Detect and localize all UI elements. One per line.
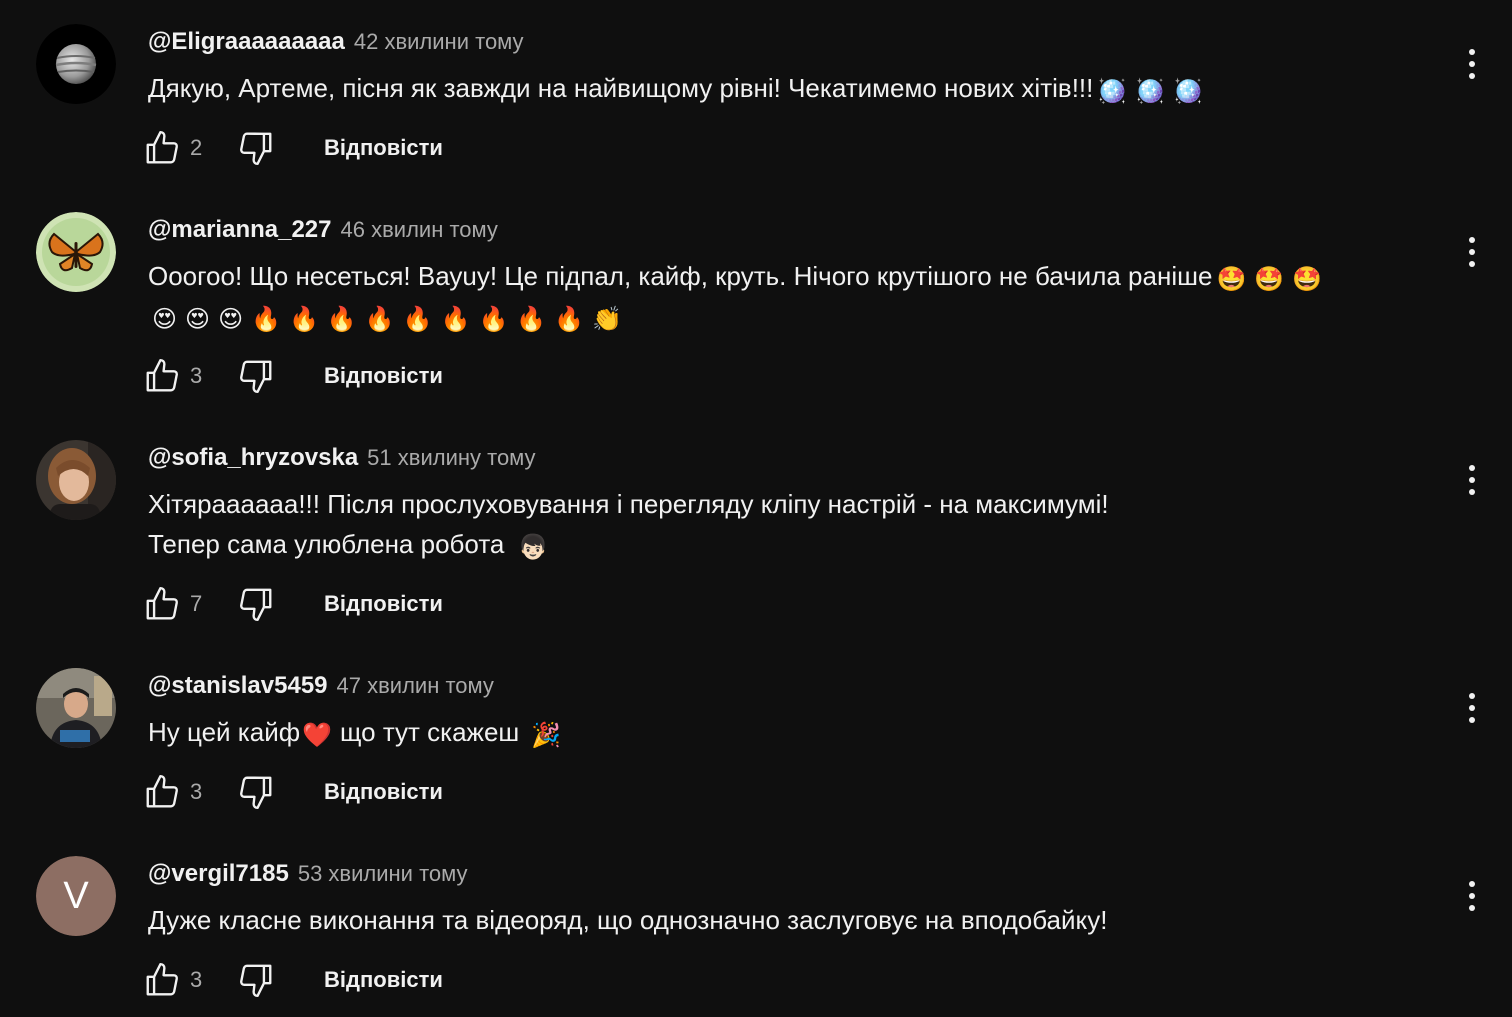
more-actions-button[interactable] xyxy=(1450,230,1494,274)
more-actions-button[interactable] xyxy=(1450,42,1494,86)
comment-text: Дуже класне виконання та відеоряд, що од… xyxy=(148,900,1107,940)
thumbs-down-icon xyxy=(240,964,272,998)
like-button[interactable] xyxy=(140,354,184,398)
comment-actions: 2 Відповісти xyxy=(140,126,443,170)
thumbs-down-icon xyxy=(240,776,272,810)
butterfly-avatar-icon xyxy=(36,212,116,292)
comment-timestamp[interactable]: 47 хвилин тому xyxy=(337,673,494,699)
more-vertical-icon xyxy=(1469,237,1475,267)
comment-author[interactable]: @Eligraaaaaaaaa xyxy=(148,28,345,56)
disco-ball-emoji: 🪩 xyxy=(1135,78,1166,105)
reply-button[interactable]: Відповісти xyxy=(324,961,443,999)
fire-emoji: 🔥 xyxy=(251,306,281,333)
comment-actions: 3 Відповісти xyxy=(140,770,443,814)
like-count: 3 xyxy=(190,779,203,804)
fire-emoji: 🔥 xyxy=(402,306,433,333)
comment-actions: 7 Відповісти xyxy=(140,582,443,626)
like-count: 7 xyxy=(190,591,203,616)
like-count: 3 xyxy=(190,967,203,992)
thumbs-down-icon xyxy=(240,588,272,622)
disco-ball-emoji: 🪩 xyxy=(1173,78,1204,105)
like-count: 3 xyxy=(190,363,203,388)
star-struck-emoji: 🤩 xyxy=(1216,266,1247,293)
reply-button[interactable]: Відповісти xyxy=(324,773,443,811)
like-button[interactable] xyxy=(140,126,184,170)
fire-emoji: 🔥 xyxy=(326,306,357,333)
like-button[interactable] xyxy=(140,770,184,814)
party-popper-emoji: 🎉 xyxy=(531,722,562,749)
dislike-button[interactable] xyxy=(234,126,278,170)
profile-photo-avatar-icon xyxy=(36,668,116,748)
comment-text-line: що тут скажеш xyxy=(340,717,520,747)
more-vertical-icon xyxy=(1469,49,1475,79)
comment-timestamp[interactable]: 42 хвилини тому xyxy=(354,29,524,55)
thumbs-down-icon xyxy=(240,360,272,394)
comment-text-line: Ну цей кайф xyxy=(148,717,301,747)
more-vertical-icon xyxy=(1469,465,1475,495)
dislike-button[interactable] xyxy=(234,770,278,814)
red-heart-emoji: ❤️ xyxy=(302,722,333,749)
comment-actions: 3 Відповісти xyxy=(140,354,443,398)
comment-text-line: Хітяраааааа!!! Після прослуховування і п… xyxy=(148,489,1109,519)
comment-timestamp[interactable]: 46 хвилин тому xyxy=(341,217,498,243)
reply-button[interactable]: Відповісти xyxy=(324,585,443,623)
comment-timestamp[interactable]: 53 хвилини тому xyxy=(298,861,468,887)
comment-author[interactable]: @stanislav5459 xyxy=(148,672,328,700)
fire-emoji: 🔥 xyxy=(364,306,395,333)
disco-ball-emoji: 🪩 xyxy=(1097,78,1128,105)
more-vertical-icon xyxy=(1469,693,1475,723)
comment-text: Ооогоо! Що несеться! Вауuу! Це підпал, к… xyxy=(148,256,1326,336)
boy-emoji: 👦🏻 xyxy=(518,534,549,561)
thumbs-down-icon xyxy=(240,132,272,166)
comment-text-line: Дякую, Артеме, пісня як завжди на найвищ… xyxy=(148,73,1094,103)
heart-eyes-emoji: 😍 xyxy=(185,306,211,333)
heart-eyes-emoji: 😍 xyxy=(152,306,178,333)
comment-text: Дякую, Артеме, пісня як завжди на найвищ… xyxy=(148,68,1207,108)
avatar[interactable]: V xyxy=(36,856,116,936)
avatar[interactable] xyxy=(36,24,116,104)
dislike-button[interactable] xyxy=(234,958,278,1002)
comment-text-line: Дуже класне виконання та відеоряд, що од… xyxy=(148,905,1108,935)
heart-eyes-emoji: 😍 xyxy=(218,306,244,333)
comment-text-line: Ооогоо! Що несеться! Вауuу! Це підпал, к… xyxy=(148,261,1213,291)
avatar[interactable] xyxy=(36,668,116,748)
thumbs-up-icon xyxy=(146,774,178,808)
more-actions-button[interactable] xyxy=(1450,458,1494,502)
comment-author[interactable]: @sofia_hryzovska xyxy=(148,444,358,472)
thumbs-up-icon xyxy=(146,586,178,620)
clapping-hands-emoji: 👏 xyxy=(592,306,622,333)
comment-actions: 3 Відповісти xyxy=(140,958,443,1002)
comment-text: Хітяраааааа!!! Після прослуховування і п… xyxy=(148,484,1109,564)
more-actions-button[interactable] xyxy=(1450,874,1494,918)
fire-emoji: 🔥 xyxy=(554,306,585,333)
avatar-letter: V xyxy=(36,856,116,936)
like-button[interactable] xyxy=(140,582,184,626)
dislike-button[interactable] xyxy=(234,582,278,626)
profile-photo-avatar-icon xyxy=(36,440,116,520)
more-vertical-icon xyxy=(1469,881,1475,911)
avatar[interactable] xyxy=(36,212,116,292)
fire-emoji: 🔥 xyxy=(516,306,547,333)
thumbs-up-icon xyxy=(146,962,178,996)
more-actions-button[interactable] xyxy=(1450,686,1494,730)
like-count: 2 xyxy=(190,135,203,160)
reply-button[interactable]: Відповісти xyxy=(324,129,443,167)
reply-button[interactable]: Відповісти xyxy=(324,357,443,395)
comment-author[interactable]: @marianna_227 xyxy=(148,216,332,244)
comment-text: Ну цей кайф❤️ що тут скажеш 🎉 xyxy=(148,712,565,752)
comment-text-line: Тепер сама улюблена робота xyxy=(148,529,505,559)
fire-emoji: 🔥 xyxy=(478,306,509,333)
fire-emoji: 🔥 xyxy=(440,306,471,333)
star-struck-emoji: 🤩 xyxy=(1254,266,1285,293)
fire-emoji: 🔥 xyxy=(288,306,319,333)
star-struck-emoji: 🤩 xyxy=(1292,266,1323,293)
avatar[interactable] xyxy=(36,440,116,520)
planet-avatar-icon xyxy=(36,24,116,104)
like-button[interactable] xyxy=(140,958,184,1002)
thumbs-up-icon xyxy=(146,130,178,164)
comment-author[interactable]: @vergil7185 xyxy=(148,860,289,888)
thumbs-up-icon xyxy=(146,358,178,392)
comment-timestamp[interactable]: 51 хвилину тому xyxy=(367,445,535,471)
dislike-button[interactable] xyxy=(234,354,278,398)
